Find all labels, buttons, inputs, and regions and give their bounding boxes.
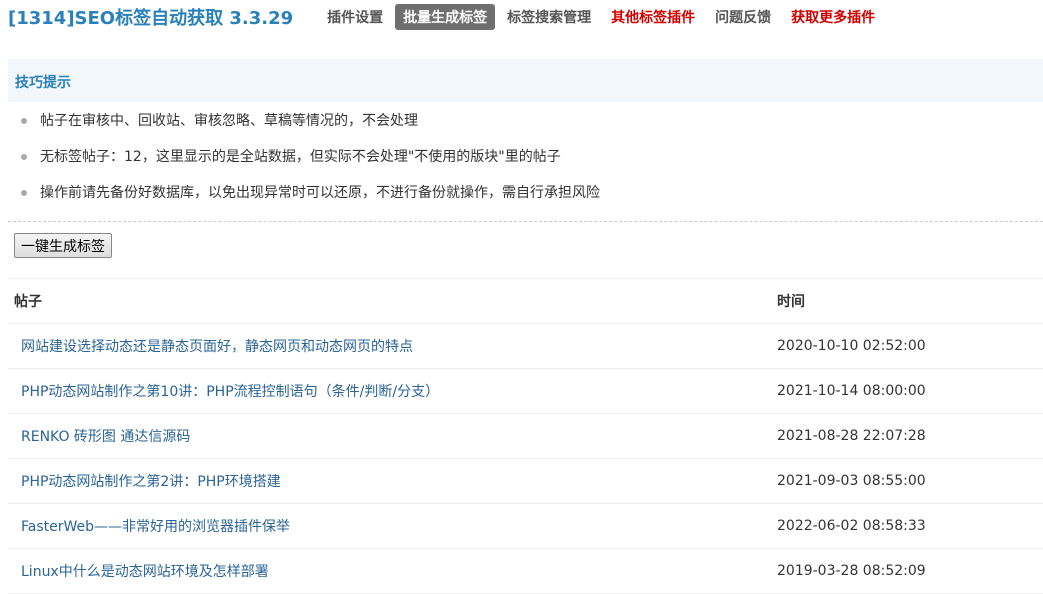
tip-text: 帖子在审核中、回收站、审核忽略、草稿等情况的，不会处理	[40, 113, 418, 129]
post-link[interactable]: RENKO 砖形图 通达信源码	[21, 429, 190, 445]
tip-item: 无标签帖子：12，这里显示的是全站数据，但实际不会处理"不使用的版块"里的帖子	[20, 142, 600, 178]
time-cell: 2021-08-28 22:07:28	[777, 413, 1043, 459]
post-cell: PHP动态网站制作之第10讲：PHP流程控制语句（条件/判断/分支）	[8, 368, 777, 414]
nav-tag-search-management[interactable]: 标签搜索管理	[499, 4, 599, 30]
nav-more-plugins[interactable]: 获取更多插件	[783, 4, 883, 30]
bullet-icon	[21, 190, 27, 196]
tip-text: 操作前请先备份好数据库，以免出现异常时可以还原，不进行备份就操作，需自行承担风险	[40, 185, 600, 201]
time-cell: 2020-10-10 02:52:00	[777, 323, 1043, 369]
post-link[interactable]: PHP动态网站制作之第10讲：PHP流程控制语句（条件/判断/分支）	[21, 384, 439, 400]
post-cell: Linux中什么是动态网站环境及怎样部署	[8, 548, 777, 594]
tips-title: 技巧提示	[15, 75, 71, 91]
table-row: PHP动态网站制作之第2讲：PHP环境搭建 2021-09-03 08:55:0…	[8, 458, 1043, 504]
bullet-icon	[21, 154, 27, 160]
post-link[interactable]: 网站建设选择动态还是静态页面好，静态网页和动态网页的特点	[21, 339, 413, 355]
section-divider	[8, 221, 1043, 222]
app-title: [1314]SEO标签自动获取 3.3.29	[8, 8, 294, 29]
table-row: RENKO 砖形图 通达信源码 2021-08-28 22:07:28	[8, 413, 1043, 459]
tip-item: 操作前请先备份好数据库，以免出现异常时可以还原，不进行备份就操作，需自行承担风险	[20, 178, 600, 214]
time-cell: 2019-03-28 08:52:09	[777, 548, 1043, 594]
post-cell: PHP动态网站制作之第2讲：PHP环境搭建	[8, 458, 777, 504]
post-link[interactable]: PHP动态网站制作之第2讲：PHP环境搭建	[21, 474, 281, 490]
table-row: PHP动态网站制作之第10讲：PHP流程控制语句（条件/判断/分支） 2021-…	[8, 368, 1043, 414]
post-cell: RENKO 砖形图 通达信源码	[8, 413, 777, 459]
table-row: FasterWeb——非常好用的浏览器插件保举 2022-06-02 08:58…	[8, 503, 1043, 549]
tip-text: 无标签帖子：12，这里显示的是全站数据，但实际不会处理"不使用的版块"里的帖子	[40, 149, 561, 165]
column-header-time: 时间	[777, 278, 1043, 324]
post-link[interactable]: FasterWeb——非常好用的浏览器插件保举	[21, 519, 290, 535]
column-header-post: 帖子	[8, 278, 777, 324]
tips-panel: 技巧提示	[8, 59, 1043, 102]
time-cell: 2021-09-03 08:55:00	[777, 458, 1043, 504]
bullet-icon	[21, 118, 27, 124]
time-cell: 2021-10-14 08:00:00	[777, 368, 1043, 414]
post-cell: FasterWeb——非常好用的浏览器插件保举	[8, 503, 777, 549]
nav-other-tag-plugins[interactable]: 其他标签插件	[603, 4, 703, 30]
generate-tags-button[interactable]: 一键生成标签	[14, 233, 112, 258]
table-header-row: 帖子 时间	[8, 278, 1043, 324]
tips-list: 帖子在审核中、回收站、审核忽略、草稿等情况的，不会处理 无标签帖子：12，这里显…	[20, 106, 600, 214]
table-row: 网站建设选择动态还是静态页面好，静态网页和动态网页的特点 2020-10-10 …	[8, 323, 1043, 369]
post-cell: 网站建设选择动态还是静态页面好，静态网页和动态网页的特点	[8, 323, 777, 369]
time-cell: 2022-06-02 08:58:33	[777, 503, 1043, 549]
nav-feedback[interactable]: 问题反馈	[707, 4, 779, 30]
nav-batch-generate-tags[interactable]: 批量生成标签	[395, 4, 496, 30]
post-link[interactable]: Linux中什么是动态网站环境及怎样部署	[21, 564, 269, 580]
table-row: Linux中什么是动态网站环境及怎样部署 2019-03-28 08:52:09	[8, 548, 1043, 594]
page-header: [1314]SEO标签自动获取 3.3.29 插件设置 批量生成标签 标签搜索管…	[8, 2, 887, 32]
tip-item: 帖子在审核中、回收站、审核忽略、草稿等情况的，不会处理	[20, 106, 600, 142]
posts-table: 帖子 时间 网站建设选择动态还是静态页面好，静态网页和动态网页的特点 2020-…	[8, 278, 1043, 594]
top-nav: 插件设置 批量生成标签 标签搜索管理 其他标签插件 问题反馈 获取更多插件	[319, 4, 887, 30]
nav-plugin-settings[interactable]: 插件设置	[319, 4, 391, 30]
